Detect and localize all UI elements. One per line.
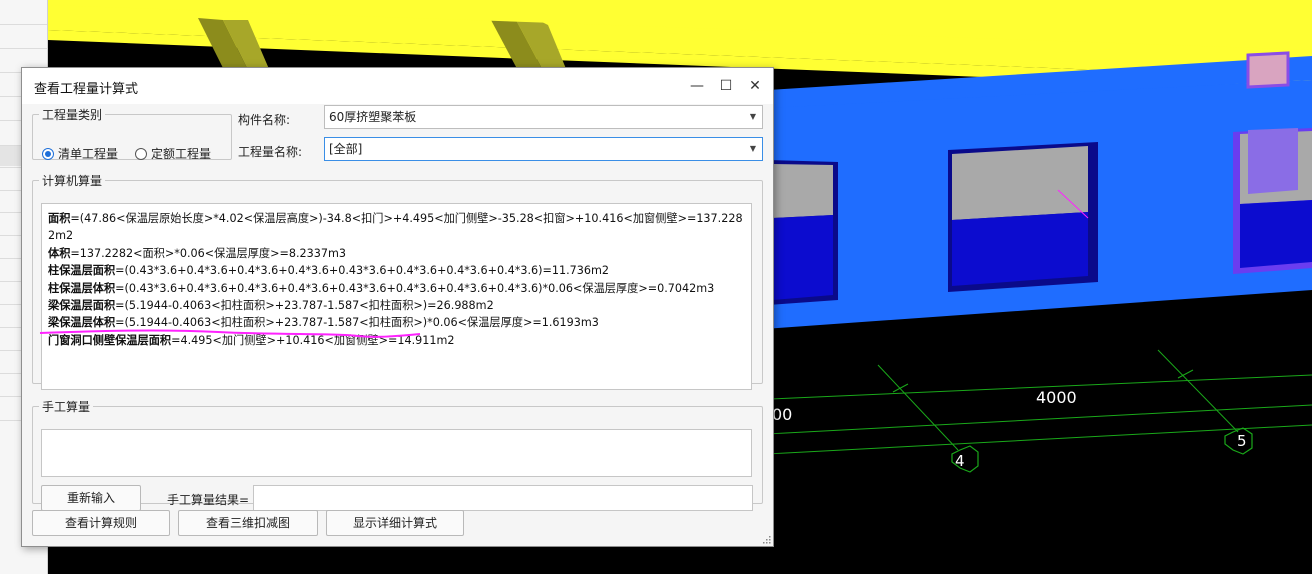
resize-grip-icon[interactable]	[763, 536, 771, 544]
view-calc-rules-button[interactable]: 查看计算规则	[32, 510, 170, 536]
manual-result-label: 手工算量结果=	[167, 493, 250, 507]
quantity-name-value: [全部]	[329, 142, 363, 156]
chevron-down-icon: ▼	[749, 112, 756, 121]
dim-label-4000: 4000	[1036, 388, 1077, 407]
window-2	[948, 142, 1098, 292]
reinput-button[interactable]: 重新输入	[41, 485, 141, 511]
component-name-value: 60厚挤塑聚苯板	[329, 110, 417, 124]
dim-label-partial: 00	[772, 405, 793, 424]
axis-label-5: 5	[1237, 432, 1247, 450]
radio-quota-label: 定额工程量	[151, 147, 212, 161]
manual-formula-input[interactable]	[41, 429, 752, 477]
component-name-label: 构件名称:	[238, 113, 291, 127]
manual-calculation-legend: 手工算量	[42, 400, 91, 414]
dialog-title: 查看工程量计算式	[34, 82, 139, 97]
calc-line: 柱保温层体积=(0.43*3.6+0.4*3.6+0.4*3.6+0.4*3.6…	[48, 281, 715, 295]
computer-calculation-group: 计算机算量 面积=(47.86<保温层原始长度>*4.02<保温层高度>)-34…	[32, 172, 763, 390]
panel-row-divider	[0, 48, 47, 49]
radio-checked-icon	[42, 147, 54, 160]
calc-line: 体积=137.2282<面积>*0.06<保温层厚度>=8.2337m3	[48, 246, 346, 260]
radio-list-quantity[interactable]: 清单工程量	[42, 145, 118, 162]
maximize-icon[interactable]: ☐	[716, 76, 736, 96]
calc-line: 面积=(47.86<保温层原始长度>*4.02<保温层高度>)-34.8<扣门>…	[48, 212, 743, 243]
axis-label-4: 4	[955, 452, 965, 470]
manual-calculation-group: 手工算量 重新输入 手工算量结果=	[32, 398, 763, 511]
show-detailed-formula-button[interactable]: 显示详细计算式	[326, 510, 464, 536]
minimize-icon[interactable]: —	[687, 76, 707, 96]
computer-calculation-legend: 计算机算量	[42, 174, 103, 188]
calc-line: 门窗洞口侧壁保温层面积=4.495<加门侧壁>+10.416<加窗侧壁>=14.…	[48, 333, 455, 347]
close-icon[interactable]: ✕	[745, 76, 765, 96]
calculation-text-area[interactable]: 面积=(47.86<保温层原始长度>*4.02<保温层高度>)-34.8<扣门>…	[41, 203, 752, 390]
view-3d-deduction-button[interactable]: 查看三维扣减图	[178, 510, 318, 536]
component-name-select[interactable]: 60厚挤塑聚苯板 ▼	[324, 105, 763, 129]
quantity-name-select[interactable]: [全部] ▼	[324, 137, 763, 161]
quantity-type-legend: 工程量类别	[42, 108, 103, 122]
panel-row-divider	[0, 24, 47, 25]
calc-line: 梁保温层体积=(5.1944-0.4063<扣柱面积>+23.787-1.587…	[48, 316, 599, 330]
radio-unchecked-icon	[135, 147, 147, 160]
view-quantity-formula-dialog: 查看工程量计算式 — ☐ ✕ 工程量类别 清单工程量 定额工程量 构件名称: 6…	[21, 67, 774, 547]
quantity-type-group: 工程量类别 清单工程量 定额工程量	[32, 106, 232, 162]
calc-line: 柱保温层面积=(0.43*3.6+0.4*3.6+0.4*3.6+0.4*3.6…	[48, 264, 610, 278]
radio-list-label: 清单工程量	[58, 147, 119, 161]
manual-result-field[interactable]	[253, 485, 753, 511]
quantity-name-label: 工程量名称:	[238, 145, 303, 159]
window-1	[768, 160, 838, 305]
dialog-titlebar[interactable]: 查看工程量计算式 — ☐ ✕	[22, 68, 773, 104]
chevron-down-icon: ▼	[749, 144, 756, 153]
radio-quota-quantity[interactable]: 定额工程量	[135, 145, 211, 162]
calc-line: 梁保温层面积=(5.1944-0.4063<扣柱面积>+23.787-1.587…	[48, 299, 494, 313]
